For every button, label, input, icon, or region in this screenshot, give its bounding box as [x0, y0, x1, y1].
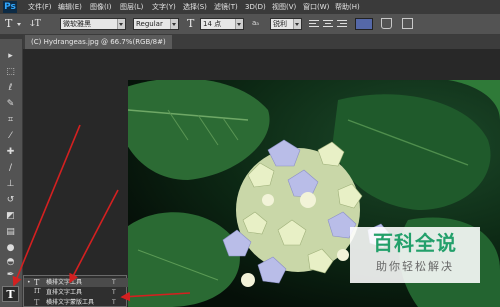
arrow-to-horizontal-type	[69, 189, 119, 284]
watermark-subtitle: 助你轻松解决	[376, 260, 454, 273]
arrow-to-type-tool	[12, 124, 81, 287]
watermark-logo: 百科全说 助你轻松解决	[350, 227, 480, 283]
watermark-title: 百科全说	[373, 231, 457, 255]
arrow-to-vertical-type	[120, 291, 191, 302]
